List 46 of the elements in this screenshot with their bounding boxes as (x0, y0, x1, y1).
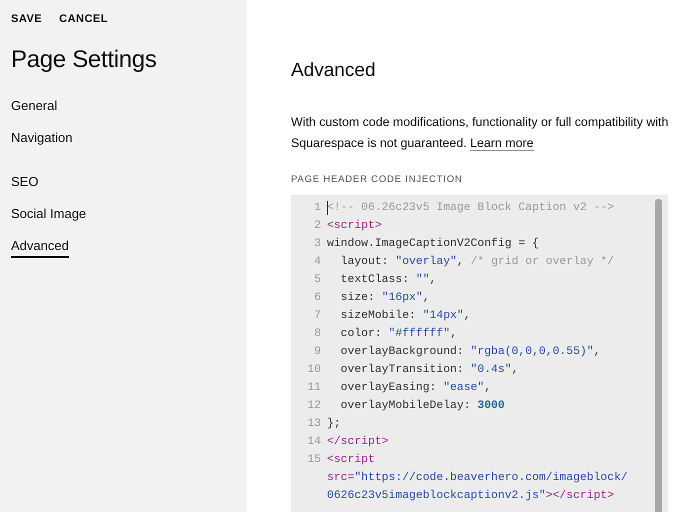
code-line: window.ImageCaptionV2Config = { (327, 236, 539, 252)
code-line: </script> (327, 434, 389, 450)
learn-more-link[interactable]: Learn more (470, 136, 534, 151)
line-number: 4 (313, 255, 322, 270)
sidebar-item[interactable]: General (11, 98, 58, 118)
code-line: overlayMobileDelay: 3000 (340, 398, 505, 414)
code-line: color: "#ffffff", (340, 326, 457, 342)
code-line: overlayBackground: "rgba(0,0,0,0.55)", (340, 344, 600, 360)
line-number: 11 (306, 381, 322, 396)
code-line: textClass: "", (340, 272, 436, 288)
line-number: 8 (313, 327, 322, 342)
cancel-button[interactable]: CANCEL (59, 13, 108, 25)
code-line: src="https://code.beaverhero.com/imageblock/ (327, 470, 628, 486)
code-line: overlayEasing: "ease", (340, 380, 492, 396)
description-text: With custom code modifications, functionality or full compatibility with Squarespace is not guaranteed. Learn more (291, 114, 670, 153)
sidebar-item[interactable]: Navigation (11, 130, 72, 150)
code-line: 0626c23v5imageblockcaptionv2.js"></script> (327, 488, 614, 504)
line-number: 6 (313, 291, 322, 306)
sidebar-item[interactable]: SEO (11, 174, 38, 194)
code-line: layout: "overlay", /* grid or overlay */ (340, 254, 614, 270)
save-button[interactable]: SAVE (11, 13, 42, 25)
line-number: 10 (306, 363, 322, 378)
field-label: PAGE HEADER CODE INJECTION (291, 174, 464, 185)
code-line: sizeMobile: "14px", (340, 308, 471, 324)
code-line: }; (327, 416, 341, 432)
line-number: 13 (306, 417, 322, 432)
line-number: 14 (306, 435, 322, 450)
line-number: 7 (313, 309, 322, 324)
code-line: <script> (327, 218, 382, 234)
section-title: Advanced (291, 60, 377, 82)
code-line: size: "16px", (340, 290, 430, 306)
code-line: overlayTransition: "0.4s", (340, 362, 518, 378)
line-number: 1 (313, 201, 322, 216)
sidebar-title: Page Settings (11, 46, 158, 74)
line-number: 15 (306, 453, 322, 468)
line-number: 12 (306, 399, 322, 414)
code-editor[interactable] (291, 195, 668, 512)
code-line: <!-- 06.26c23v5 Image Block Caption v2 --> (327, 200, 614, 217)
sidebar-item[interactable]: Advanced (11, 238, 69, 258)
scrollbar[interactable] (655, 199, 662, 512)
line-number: 9 (313, 345, 322, 360)
line-number: 5 (313, 273, 322, 288)
line-number: 2 (313, 219, 322, 234)
line-number: 3 (313, 237, 322, 252)
sidebar-item[interactable]: Social Image (11, 206, 86, 226)
code-line: <script (327, 452, 375, 468)
